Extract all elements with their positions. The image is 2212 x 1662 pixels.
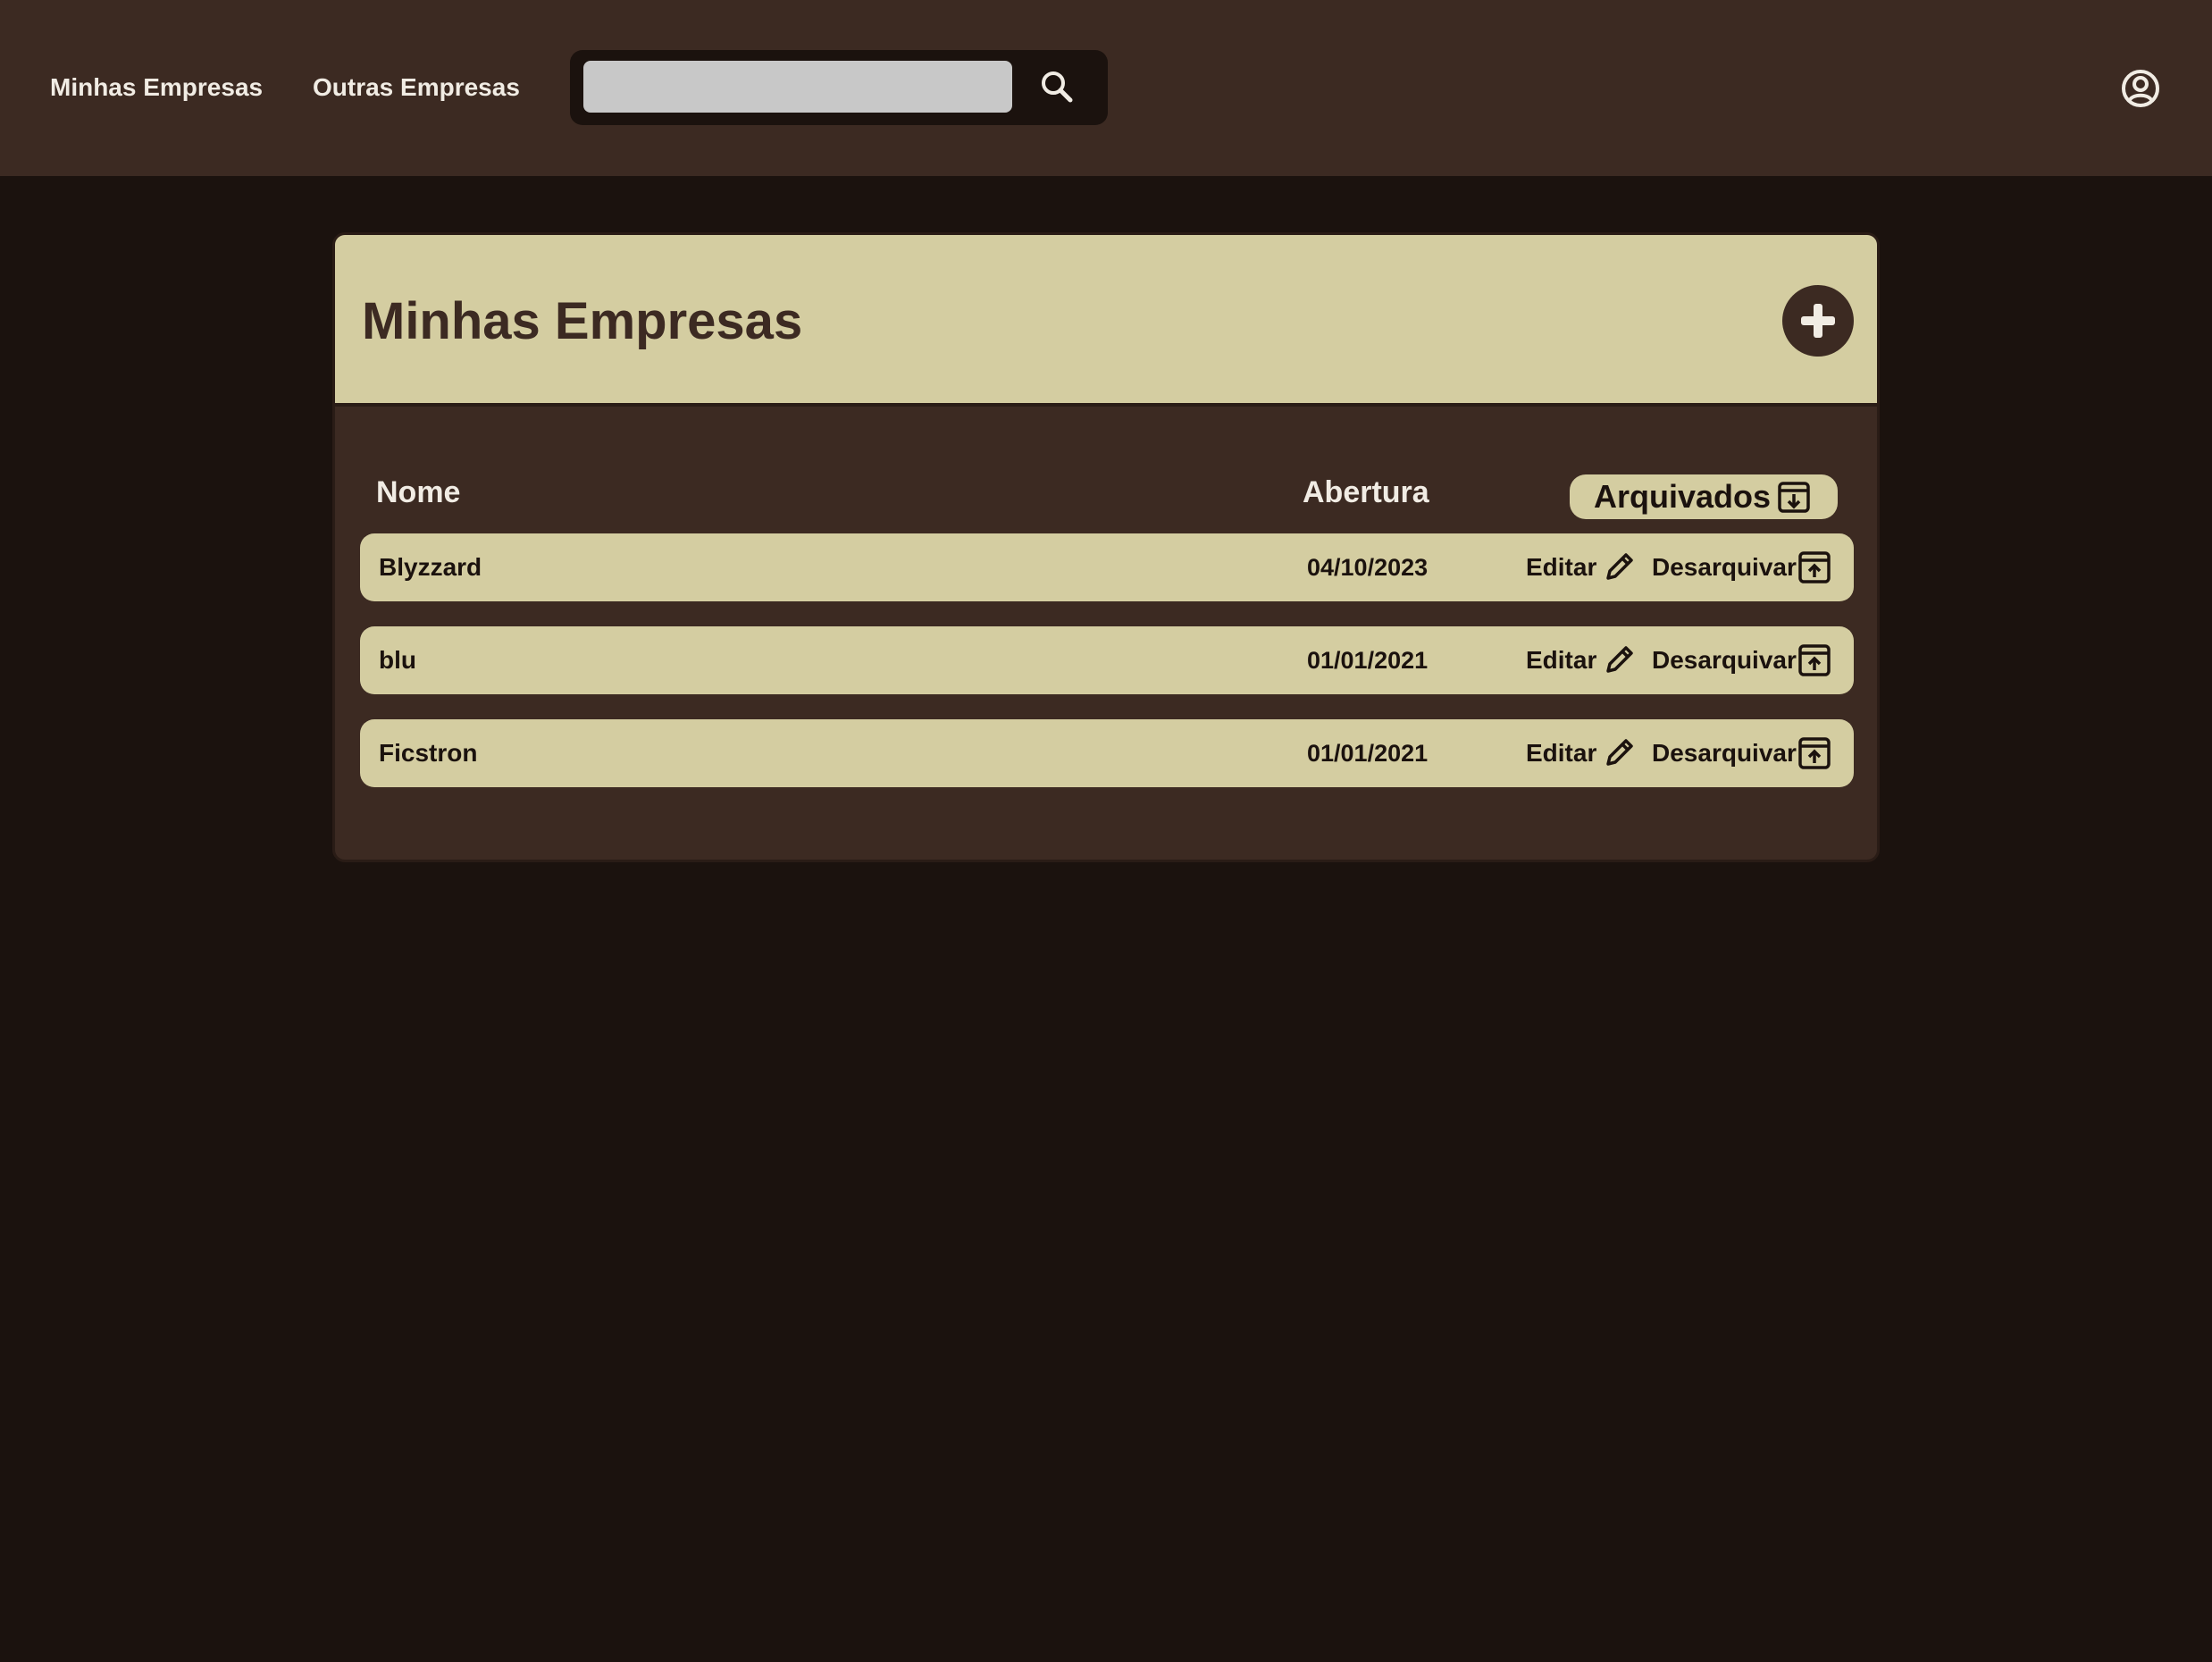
add-company-button[interactable]	[1782, 285, 1854, 357]
top-navigation-bar: Minhas Empresas Outras Empresas	[0, 0, 2212, 176]
company-name: Ficstron	[379, 739, 478, 767]
company-name: blu	[379, 646, 416, 674]
column-header-name: Nome	[376, 475, 461, 509]
unarchive-icon	[1797, 735, 1832, 771]
search-input[interactable]	[583, 61, 1012, 113]
unarchive-button-label: Desarquivar	[1652, 646, 1797, 674]
edit-button-label: Editar	[1526, 553, 1597, 581]
unarchive-icon	[1797, 550, 1832, 585]
edit-button-label: Editar	[1526, 646, 1597, 674]
archive-download-icon	[1777, 480, 1811, 514]
search-bar	[570, 50, 1108, 125]
nav-link-outras-empresas[interactable]: Outras Empresas	[313, 70, 520, 105]
search-icon[interactable]	[1035, 64, 1081, 111]
unarchive-button-label: Desarquivar	[1652, 739, 1797, 767]
archived-button-label: Arquivados	[1594, 478, 1772, 515]
table-row: blu 01/01/2021 Editar Desarquivar	[360, 626, 1854, 694]
pencil-icon	[1601, 550, 1637, 585]
table-row: Ficstron 01/01/2021 Editar Desarquivar	[360, 719, 1854, 787]
companies-panel: Minhas Empresas Nome Abertura Arquivados…	[332, 232, 1880, 862]
nav-link-minhas-empresas[interactable]: Minhas Empresas	[50, 70, 263, 105]
panel-header: Minhas Empresas	[335, 235, 1877, 407]
company-opening-date: 04/10/2023	[1307, 554, 1429, 581]
account-circle-icon[interactable]	[2119, 67, 2162, 110]
archived-button[interactable]: Arquivados	[1570, 474, 1838, 519]
company-name: Blyzzard	[379, 553, 482, 581]
pencil-icon	[1601, 642, 1637, 678]
unarchive-button-label: Desarquivar	[1652, 553, 1797, 581]
pencil-icon	[1601, 735, 1637, 771]
unarchive-icon	[1797, 642, 1832, 678]
edit-button-label: Editar	[1526, 739, 1597, 767]
company-opening-date: 01/01/2021	[1307, 647, 1429, 674]
table-row: Blyzzard 04/10/2023 Editar Desarquivar	[360, 533, 1854, 601]
column-header-opening: Abertura	[1303, 475, 1429, 509]
company-opening-date: 01/01/2021	[1307, 740, 1429, 767]
page-title: Minhas Empresas	[362, 292, 803, 350]
